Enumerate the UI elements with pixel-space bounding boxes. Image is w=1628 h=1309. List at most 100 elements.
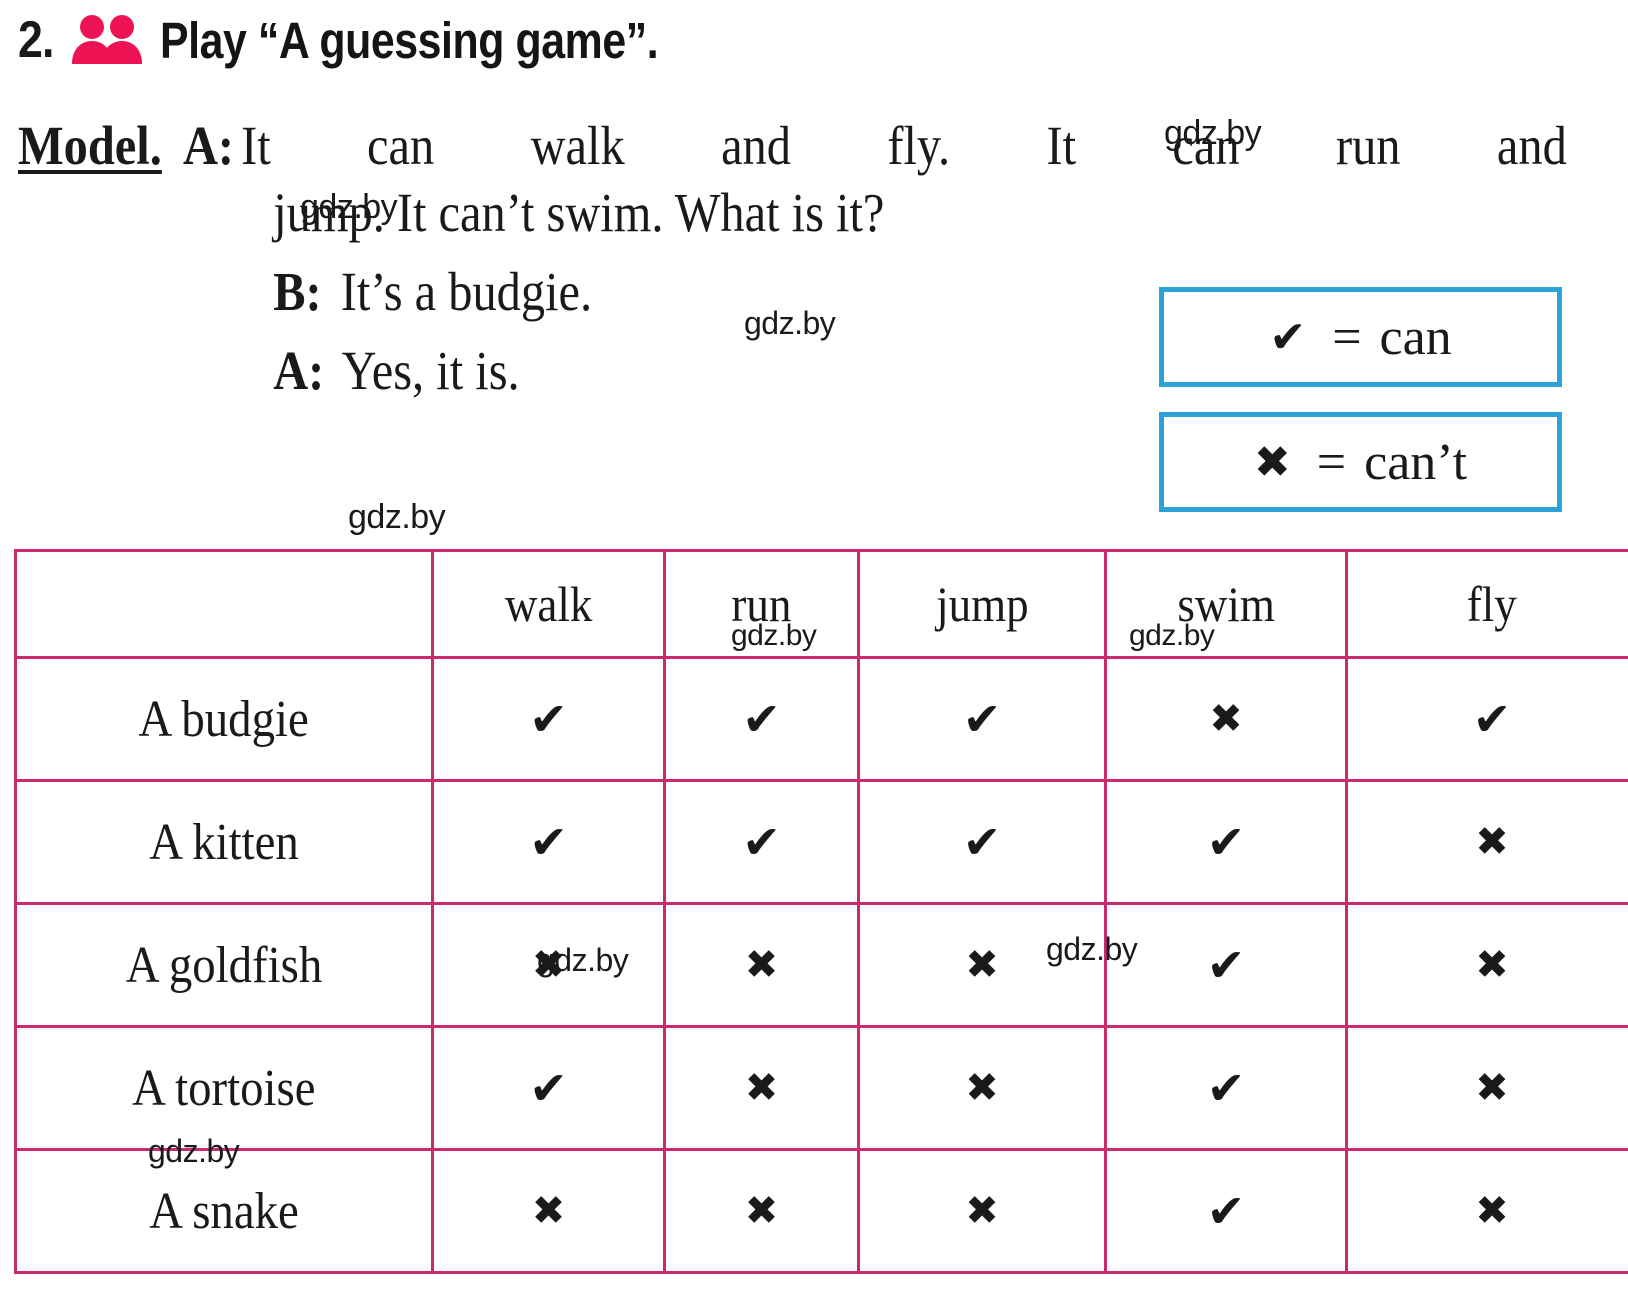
model-word: can <box>1172 115 1240 176</box>
row-label: A budgie <box>138 690 310 748</box>
pair-of-people-icon <box>68 14 146 66</box>
page-title: Play “A guessing game”. <box>160 11 659 69</box>
model-text-2: jump. It can’t swim. What is it? <box>273 182 885 243</box>
table-row: A kitten ✔ ✔ ✔ ✔ ✖ <box>14 779 1628 905</box>
row-label-cell: A budgie <box>14 656 434 782</box>
cross-mark-icon: ✖ <box>531 942 566 988</box>
check-mark-icon: ✔ <box>742 692 781 746</box>
model-word: can <box>367 115 435 176</box>
ability-cell[interactable]: ✖ <box>857 1148 1107 1274</box>
check-mark-icon: ✔ <box>1206 938 1246 992</box>
ability-cell[interactable]: ✔ <box>1345 656 1628 782</box>
ability-cell[interactable]: ✖ <box>857 1025 1107 1151</box>
model-text-4: Yes, it is. <box>341 340 520 401</box>
model-sentence-1: It can walk and fly. It can run and <box>241 118 1567 173</box>
speaker-b: B: <box>273 261 322 322</box>
check-mark-icon: ✔ <box>1472 692 1512 746</box>
ability-cell[interactable]: ✔ <box>1104 779 1348 905</box>
ability-table: walk run jump swim fly A budgie ✔ ✔ ✔ ✖ ✔ A ki… <box>14 549 1628 1274</box>
speaker-a-2: A: <box>273 340 325 401</box>
model-text-3: It’s a budgie. <box>340 261 593 322</box>
table-row: A snake ✖ ✖ ✖ ✔ ✖ <box>14 1148 1628 1274</box>
row-label: A snake <box>149 1182 299 1240</box>
row-label-cell: A kitten <box>14 779 434 905</box>
table-row: A tortoise ✔ ✖ ✖ ✔ ✖ <box>14 1025 1628 1151</box>
ability-cell[interactable]: ✔ <box>1104 902 1348 1028</box>
ability-cell[interactable]: ✔ <box>663 656 860 782</box>
cross-mark-icon: ✖ <box>965 1065 999 1111</box>
model-word: It <box>241 115 271 176</box>
ability-cell[interactable]: ✖ <box>431 1148 666 1274</box>
legend-can-box: ✔ = can <box>1159 287 1562 387</box>
ability-cell[interactable]: ✖ <box>857 902 1107 1028</box>
model-line-1: Model. A: It can walk and fly. It can ru… <box>18 118 1567 173</box>
check-mark-icon: ✔ <box>529 1061 568 1115</box>
model-line-2: jump. It can’t swim. What is it? <box>18 185 1391 240</box>
ability-cell[interactable]: ✔ <box>663 779 860 905</box>
ability-cell[interactable]: ✖ <box>663 1148 860 1274</box>
cross-mark-icon: ✖ <box>531 1188 566 1234</box>
cross-mark-icon: ✖ <box>744 1065 779 1111</box>
cross-mark-icon: ✖ <box>1209 696 1243 742</box>
ability-cell[interactable]: ✔ <box>431 779 666 905</box>
column-header-label: walk <box>504 576 593 632</box>
column-header-label: run <box>731 576 792 632</box>
cross-mark-icon: ✖ <box>1475 942 1509 988</box>
row-label-cell: A tortoise <box>14 1025 434 1151</box>
row-label: A tortoise <box>132 1059 316 1117</box>
legend-cant-label: can’t <box>1364 433 1468 491</box>
ability-cell[interactable]: ✔ <box>1104 1025 1348 1151</box>
cross-mark-icon: ✖ <box>1475 1188 1509 1234</box>
table-row: A budgie ✔ ✔ ✔ ✖ ✔ <box>14 656 1628 782</box>
legend-equals-1: = <box>1332 308 1362 366</box>
model-word: walk <box>530 115 625 176</box>
ability-cell[interactable]: ✖ <box>1104 656 1348 782</box>
ability-cell[interactable]: ✔ <box>857 779 1107 905</box>
column-header-label: swim <box>1177 576 1275 632</box>
table-row: A goldfish ✖ ✖ ✖ ✔ ✖ <box>14 902 1628 1028</box>
row-label-cell: A goldfish <box>14 902 434 1028</box>
table-header-row: walk run jump swim fly <box>14 549 1628 659</box>
ability-cell[interactable]: ✖ <box>1345 779 1628 905</box>
ability-cell[interactable]: ✖ <box>1345 902 1628 1028</box>
check-mark-icon: ✔ <box>1206 1184 1246 1238</box>
column-header-walk: walk <box>431 549 666 659</box>
legend-can-label: can <box>1379 308 1452 366</box>
check-mark-icon: ✔ <box>529 815 568 869</box>
cross-mark-icon: ✖ <box>1475 1065 1509 1111</box>
ability-cell[interactable]: ✔ <box>1104 1148 1348 1274</box>
ability-cell[interactable]: ✖ <box>1345 1148 1628 1274</box>
table-body: A budgie ✔ ✔ ✔ ✖ ✔ A kitten ✔ ✔ ✔ ✔ ✖ A goldfish ✖ ✖ ✖ ✔… <box>14 656 1628 1274</box>
cross-mark-icon: ✖ <box>965 1188 999 1234</box>
column-header-fly: fly <box>1345 549 1628 659</box>
check-mark-icon: ✔ <box>1206 815 1246 869</box>
cross-mark-icon: ✖ <box>965 942 999 988</box>
cross-mark-icon: ✖ <box>744 1188 779 1234</box>
legend-equals-2: = <box>1316 433 1347 491</box>
cross-mark-icon: ✖ <box>744 942 779 988</box>
model-word: and <box>1496 115 1567 176</box>
check-mark-icon: ✔ <box>1269 311 1307 363</box>
column-header-run: run <box>663 549 860 659</box>
ability-cell[interactable]: ✖ <box>431 902 666 1028</box>
ability-cell[interactable]: ✖ <box>663 902 860 1028</box>
model-label: Model. <box>18 115 162 176</box>
ability-cell[interactable]: ✔ <box>431 1025 666 1151</box>
check-mark-icon: ✔ <box>962 815 1002 869</box>
model-word: It <box>1046 115 1077 176</box>
ability-cell[interactable]: ✖ <box>663 1025 860 1151</box>
row-label: A goldfish <box>125 936 323 994</box>
watermark: gdz.by <box>348 498 446 536</box>
check-mark-icon: ✔ <box>962 692 1002 746</box>
ability-cell[interactable]: ✔ <box>431 656 666 782</box>
row-label: A kitten <box>149 813 299 871</box>
cross-mark-icon: ✖ <box>1475 819 1509 865</box>
column-header-label: fly <box>1466 576 1517 632</box>
ability-cell[interactable]: ✔ <box>857 656 1107 782</box>
legend-cant-box: ✖ = can’t <box>1159 412 1562 512</box>
ability-cell[interactable]: ✖ <box>1345 1025 1628 1151</box>
check-mark-icon: ✔ <box>742 815 781 869</box>
speaker-a-1: A: <box>182 115 235 176</box>
model-word: run <box>1335 115 1401 176</box>
check-mark-icon: ✔ <box>1206 1061 1246 1115</box>
